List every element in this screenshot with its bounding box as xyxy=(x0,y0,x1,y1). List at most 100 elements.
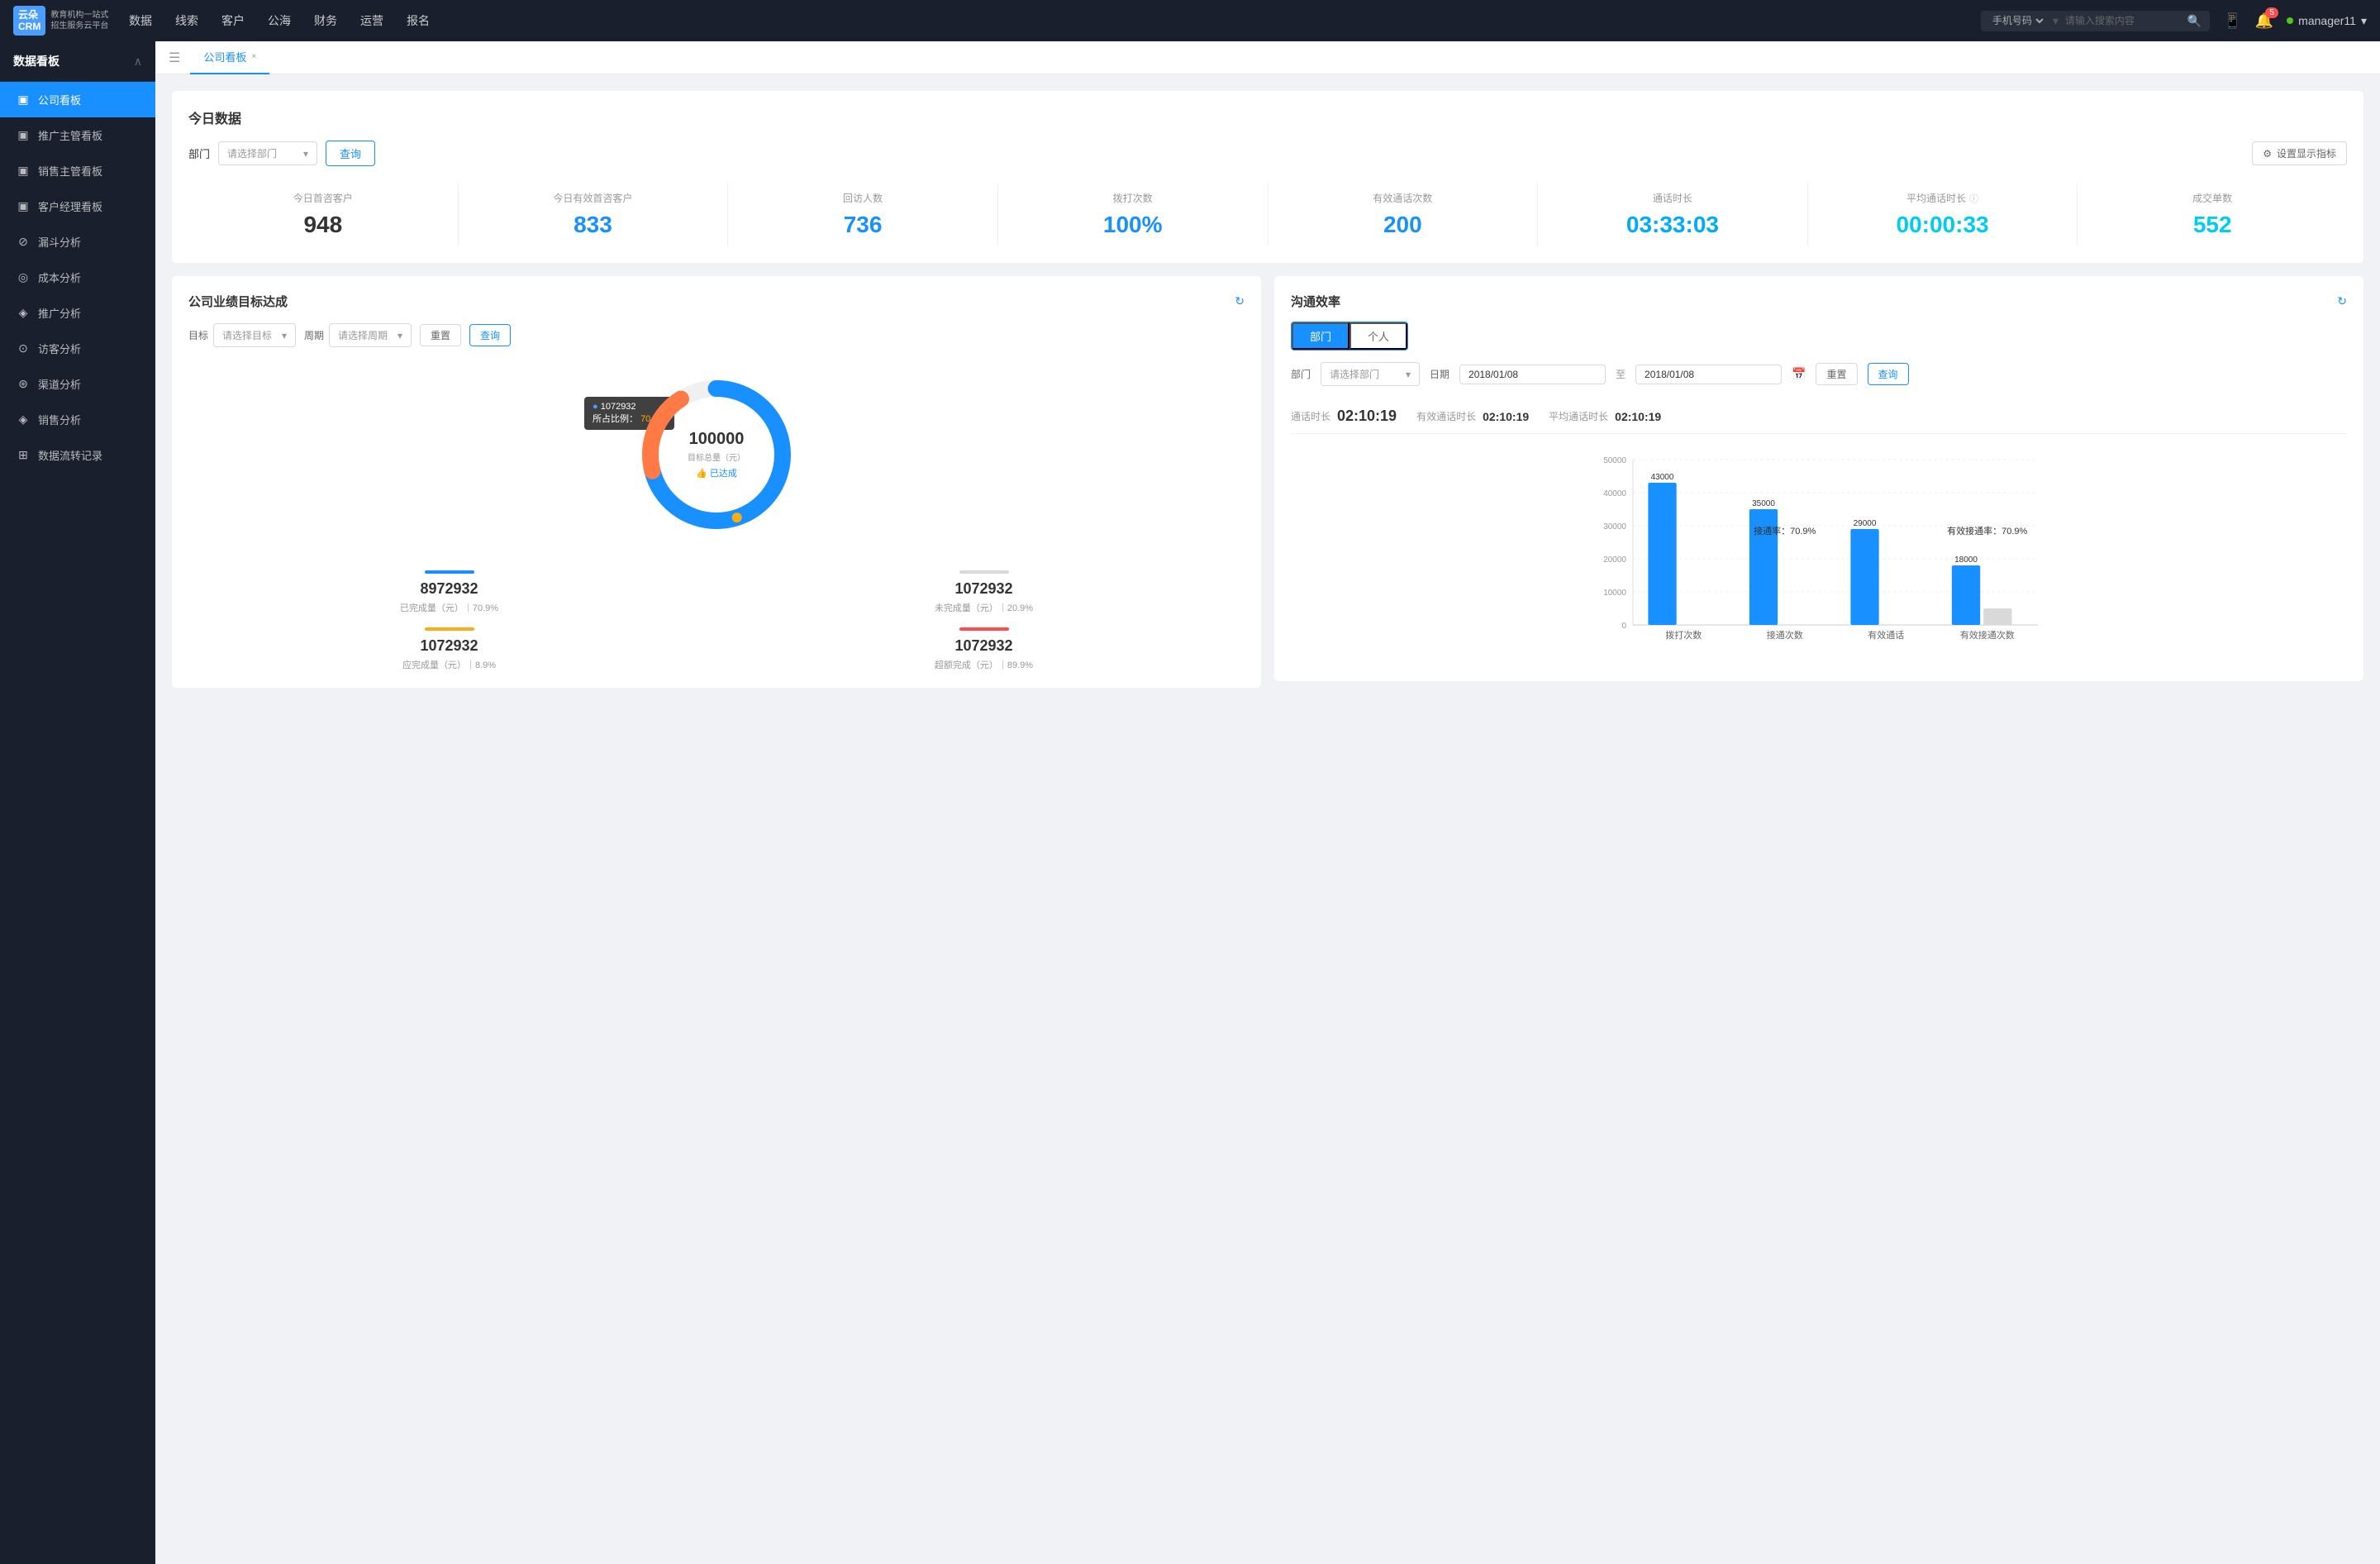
sidebar-label-9: 销售分析 xyxy=(38,412,81,427)
comm-reset-btn[interactable]: 重置 xyxy=(1816,363,1857,385)
nav-signup[interactable]: 报名 xyxy=(407,12,430,29)
comm-tab-personal[interactable]: 个人 xyxy=(1349,322,1407,350)
user-status-dot xyxy=(2287,17,2293,24)
stat-label-4: 有效通话次数 xyxy=(1269,191,1538,205)
tab-menu-icon[interactable]: ☰ xyxy=(169,50,180,66)
comm-query-btn[interactable]: 查询 xyxy=(1868,363,1909,385)
target-select[interactable]: 请选择目标 ▾ xyxy=(213,323,296,347)
stat-deal-count: 成交单数 552 xyxy=(2078,183,2347,246)
sidebar-item-sales-analysis[interactable]: ◈ 销售分析 xyxy=(0,402,155,437)
tab-close-icon[interactable]: × xyxy=(251,52,256,61)
comm-stat-1: 有效通话时长 02:10:19 xyxy=(1416,409,1529,423)
stat-box-3: 1072932 超额完成（元）｜89.9% xyxy=(723,627,1245,671)
sidebar-item-client-manager[interactable]: ▣ 客户经理看板 xyxy=(0,188,155,224)
calendar-icon[interactable]: 📅 xyxy=(1792,367,1806,381)
comm-date-end[interactable] xyxy=(1635,365,1782,384)
sidebar-item-promo-analysis[interactable]: ◈ 推广分析 xyxy=(0,295,155,331)
donut-subtitle: 目标总量（元） xyxy=(688,451,745,463)
sidebar-item-data-flow[interactable]: ⊞ 数据流转记录 xyxy=(0,437,155,473)
comm-col: 沟通效率 ↻ 部门 个人 部门 请选择部门 xyxy=(1274,276,2363,688)
nav-data[interactable]: 数据 xyxy=(129,12,152,29)
stat-value-4: 200 xyxy=(1269,212,1538,238)
sidebar-item-visitor[interactable]: ⊙ 访客分析 xyxy=(0,331,155,366)
comm-dept-select[interactable]: 请选择部门 ▾ xyxy=(1321,362,1420,386)
sidebar-icon-10: ⊞ xyxy=(17,448,30,462)
period-dropdown-icon: ▾ xyxy=(397,330,402,341)
comm-stats: 通话时长 02:10:19 有效通话时长 02:10:19 平均通话时长 02:… xyxy=(1291,399,2347,434)
top-nav: 云朵CRM 教育机构一站式招生服务云平台 数据 线索 客户 公海 财务 运营 报… xyxy=(0,0,2380,41)
nav-operations[interactable]: 运营 xyxy=(360,12,383,29)
search-bar: 手机号码 ▾ 🔍 xyxy=(1981,11,2210,31)
search-type-select[interactable]: 手机号码 xyxy=(1989,14,2046,27)
comm-refresh-icon[interactable]: ↻ xyxy=(2337,294,2347,308)
nav-leads[interactable]: 线索 xyxy=(175,12,198,29)
stat-return-visit: 回访人数 736 xyxy=(728,183,998,246)
sidebar-label-10: 数据流转记录 xyxy=(38,447,102,463)
stat-label-1: 今日有效首咨客户 xyxy=(459,191,728,205)
today-data-title: 今日数据 xyxy=(188,107,2347,127)
comm-stat-0: 通话时长 02:10:19 xyxy=(1291,408,1397,425)
perf-query-btn[interactable]: 查询 xyxy=(469,324,511,346)
dept-select[interactable]: 请选择部门 ▾ xyxy=(218,141,317,165)
stat-box-lbl-0: 已完成量（元）｜70.9% xyxy=(188,601,710,614)
sidebar-label-5: 成本分析 xyxy=(38,269,81,285)
search-input[interactable] xyxy=(2065,15,2181,26)
comm-date-start[interactable] xyxy=(1459,365,1606,384)
stat-label-7: 成交单数 xyxy=(2078,191,2347,205)
svg-text:10000: 10000 xyxy=(1603,589,1626,598)
stat-value-3: 100% xyxy=(998,212,1268,238)
svg-text:接通次数: 接通次数 xyxy=(1767,629,1803,641)
perf-stats-grid: 8972932 已完成量（元）｜70.9% 1072932 未完成量（元）｜20… xyxy=(188,570,1245,671)
stat-label-6: 平均通话时长 ⓘ xyxy=(1808,191,2078,205)
today-data-card: 今日数据 部门 请选择部门 ▾ 查询 ⚙ 设置显示指标 xyxy=(172,91,2363,263)
stat-value-2: 736 xyxy=(728,212,997,238)
sidebar-label-0: 公司看板 xyxy=(38,92,81,107)
stat-value-7: 552 xyxy=(2078,212,2347,238)
perf-refresh-icon[interactable]: ↻ xyxy=(1235,294,1245,308)
sidebar-header: 数据看板 ∧ xyxy=(0,41,155,82)
donut-wrapper: ● 1072932 所占比例： 70.9% xyxy=(634,372,799,537)
settings-icon: ⚙ xyxy=(2263,148,2272,160)
sidebar-item-channel[interactable]: ⊛ 渠道分析 xyxy=(0,366,155,402)
sidebar-item-sales-manager[interactable]: ▣ 销售主管看板 xyxy=(0,153,155,188)
nav-finance[interactable]: 财务 xyxy=(314,12,337,29)
search-icon[interactable]: 🔍 xyxy=(2187,14,2202,28)
settings-btn[interactable]: ⚙ 设置显示指标 xyxy=(2252,141,2347,165)
stat-valid-calls: 有效通话次数 200 xyxy=(1269,183,1539,246)
nav-customers[interactable]: 客户 xyxy=(221,12,245,29)
perf-col: 公司业绩目标达成 ↻ 目标 请选择目标 ▾ xyxy=(172,276,1261,688)
tab-company-board[interactable]: 公司看板 × xyxy=(190,41,269,74)
comm-tab-dept[interactable]: 部门 xyxy=(1292,322,1349,350)
stat-avg-duration: 平均通话时长 ⓘ 00:00:33 xyxy=(1808,183,2078,246)
comm-stat-label-2: 平均通话时长 xyxy=(1549,409,1608,423)
help-icon: ⓘ xyxy=(1969,192,1978,205)
svg-text:接通率：70.9%: 接通率：70.9% xyxy=(1754,525,1816,536)
sidebar-label-1: 推广主管看板 xyxy=(38,127,102,143)
svg-text:0: 0 xyxy=(1621,622,1626,631)
nav-public-sea[interactable]: 公海 xyxy=(268,12,291,29)
svg-text:拨打次数: 拨打次数 xyxy=(1665,629,1702,641)
comm-header: 沟通效率 ↻ xyxy=(1291,293,2347,310)
mobile-icon[interactable]: 📱 xyxy=(2223,12,2241,30)
stat-bar-1 xyxy=(959,570,1009,574)
sidebar-item-company-board[interactable]: ▣ 公司看板 xyxy=(0,82,155,117)
svg-text:有效通话: 有效通话 xyxy=(1868,629,1904,641)
stat-box-1: 1072932 未完成量（元）｜20.9% xyxy=(723,570,1245,614)
sidebar-item-funnel[interactable]: ⊘ 漏斗分析 xyxy=(0,224,155,260)
notification-icon[interactable]: 🔔 5 xyxy=(2255,12,2273,30)
sidebar-label-6: 推广分析 xyxy=(38,305,81,321)
sidebar-item-cost[interactable]: ◎ 成本分析 xyxy=(0,260,155,295)
stat-valid-consult: 今日有效首咨客户 833 xyxy=(459,183,729,246)
sidebar-collapse-icon[interactable]: ∧ xyxy=(134,55,142,69)
user-info[interactable]: manager11 ▾ xyxy=(2287,14,2367,28)
sidebar-item-promo-manager[interactable]: ▣ 推广主管看板 xyxy=(0,117,155,153)
stat-value-0: 948 xyxy=(188,212,458,238)
target-placeholder: 请选择目标 xyxy=(222,328,272,342)
today-query-btn[interactable]: 查询 xyxy=(326,141,375,166)
perf-header: 公司业绩目标达成 ↻ xyxy=(188,293,1245,310)
stat-label-0: 今日首咨客户 xyxy=(188,191,458,205)
sidebar-icon-4: ⊘ xyxy=(17,235,30,249)
perf-reset-btn[interactable]: 重置 xyxy=(420,324,461,346)
user-dropdown-icon[interactable]: ▾ xyxy=(2361,14,2367,28)
period-select[interactable]: 请选择周期 ▾ xyxy=(329,323,412,347)
